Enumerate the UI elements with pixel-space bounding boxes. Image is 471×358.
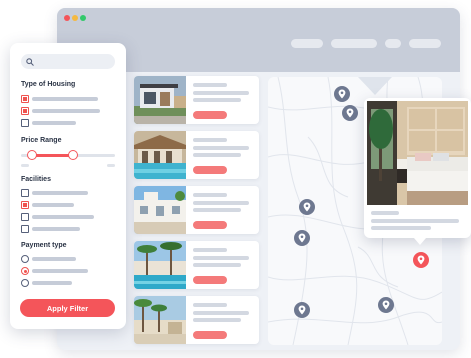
price-range-slider[interactable] xyxy=(21,150,115,162)
location-pin-icon xyxy=(298,305,306,315)
facility-checkbox[interactable] xyxy=(21,225,29,233)
location-pin-icon xyxy=(303,202,311,212)
location-pin-icon xyxy=(382,300,390,310)
search-input[interactable] xyxy=(21,54,115,69)
listing-detail xyxy=(193,318,241,322)
close-dot[interactable] xyxy=(64,15,70,21)
map-pin[interactable] xyxy=(299,199,315,215)
payment-radio[interactable] xyxy=(21,279,29,287)
white-villa-photo xyxy=(134,186,186,234)
option-label xyxy=(32,215,94,219)
minimize-dot[interactable] xyxy=(72,15,78,21)
listing-title xyxy=(193,138,227,142)
housing-option-checkbox[interactable] xyxy=(21,107,29,115)
listing-card[interactable] xyxy=(134,296,259,344)
option-label xyxy=(32,257,76,261)
payment-radio[interactable] xyxy=(21,255,29,263)
listing-detail xyxy=(193,201,249,205)
payment-radio[interactable] xyxy=(21,267,29,275)
option-label xyxy=(32,109,100,113)
type-of-housing-title: Type of Housing xyxy=(21,81,76,88)
preview-pointer xyxy=(414,238,426,245)
facility-checkbox[interactable] xyxy=(21,213,29,221)
maximize-dot[interactable] xyxy=(80,15,86,21)
price-max-handle[interactable] xyxy=(67,150,78,160)
listing-title xyxy=(193,303,227,307)
search-icon xyxy=(26,57,34,66)
listing-card[interactable] xyxy=(134,186,259,234)
option-label xyxy=(32,269,88,273)
listing-detail xyxy=(193,208,241,212)
listing-action-button[interactable] xyxy=(193,221,227,229)
listing-action-button[interactable] xyxy=(193,111,227,119)
price-tick-max xyxy=(107,164,115,167)
housing-option-checkbox[interactable] xyxy=(21,95,29,103)
option-label xyxy=(32,121,76,125)
nav-item[interactable] xyxy=(291,39,323,48)
map-pin[interactable] xyxy=(334,86,350,102)
price-range-fill xyxy=(32,154,73,157)
listing-title xyxy=(193,193,227,197)
map-pin[interactable] xyxy=(294,230,310,246)
facilities-title: Facilities xyxy=(21,176,51,183)
location-pin-icon xyxy=(417,255,425,265)
tropical-resort-photo xyxy=(134,296,186,344)
payment-type-title: Payment type xyxy=(21,242,67,249)
facility-checkbox[interactable] xyxy=(21,201,29,209)
facility-checkbox[interactable] xyxy=(21,189,29,197)
listing-card[interactable] xyxy=(134,131,259,179)
nav-item[interactable] xyxy=(385,39,401,48)
modern-house-photo xyxy=(134,76,186,124)
price-range-title: Price Range xyxy=(21,137,62,144)
preview-detail xyxy=(371,219,459,223)
listing-preview-card[interactable] xyxy=(364,98,471,238)
listing-detail xyxy=(193,98,241,102)
listing-card[interactable] xyxy=(134,76,259,124)
preview-detail xyxy=(371,226,431,230)
listing-detail xyxy=(193,256,249,260)
location-pin-icon xyxy=(298,233,306,243)
map-pin[interactable] xyxy=(378,297,394,313)
nav-item[interactable] xyxy=(331,39,377,48)
location-pin-icon xyxy=(338,89,346,99)
map-pin[interactable] xyxy=(294,302,310,318)
filter-panel: Type of Housing Price Range Facilities P… xyxy=(10,43,126,329)
housing-option-checkbox[interactable] xyxy=(21,119,29,127)
palm-resort-photo xyxy=(134,241,186,289)
listing-action-button[interactable] xyxy=(193,166,227,174)
pool-villa-photo xyxy=(134,131,186,179)
price-tick-min xyxy=(21,164,29,167)
bedroom-photo xyxy=(367,101,468,205)
option-label xyxy=(32,281,72,285)
price-min-handle[interactable] xyxy=(27,150,38,160)
option-label xyxy=(32,97,98,101)
listing-detail xyxy=(193,153,241,157)
nav-item[interactable] xyxy=(409,39,441,48)
listing-detail xyxy=(193,91,249,95)
listing-detail xyxy=(193,311,249,315)
listing-detail xyxy=(193,146,249,150)
option-label xyxy=(32,191,88,195)
listing-action-button[interactable] xyxy=(193,276,227,284)
location-pin-icon xyxy=(346,108,354,118)
map-pin[interactable] xyxy=(342,105,358,121)
option-label xyxy=(32,203,74,207)
selected-map-pin[interactable] xyxy=(413,252,429,268)
listing-detail xyxy=(193,263,241,267)
option-label xyxy=(32,227,80,231)
listing-title xyxy=(193,83,227,87)
listing-card[interactable] xyxy=(134,241,259,289)
listing-title xyxy=(193,248,227,252)
preview-title xyxy=(371,211,399,215)
listing-action-button[interactable] xyxy=(193,331,227,339)
apply-filter-button[interactable]: Apply Filter xyxy=(20,299,115,317)
